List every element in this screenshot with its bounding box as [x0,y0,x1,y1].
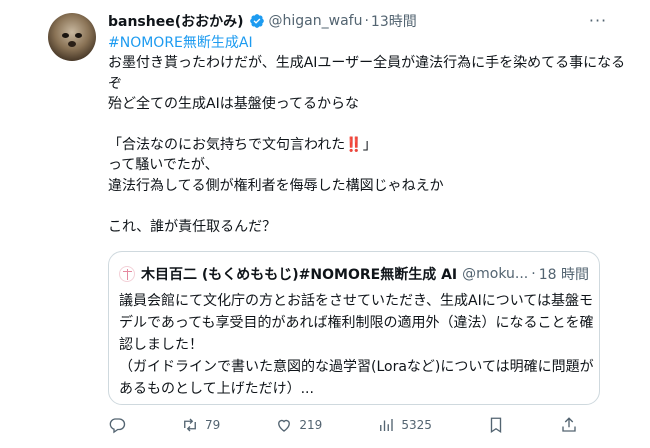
bookmark-icon [487,416,505,434]
bookmark-button[interactable] [487,416,505,434]
reply-icon [108,416,126,434]
hashtag-link[interactable]: #NOMORE無断生成AI [108,35,253,51]
views-button[interactable]: 5325 [377,416,432,434]
retweet-button[interactable]: 79 [181,416,220,434]
quote-separator: · [531,266,536,282]
views-count: 5325 [401,418,432,432]
reply-button[interactable] [108,416,126,434]
action-bar: 79 219 5325 [108,414,578,436]
author-display-name[interactable]: banshee(おおかみ) [108,11,244,31]
header-separator: · [364,13,369,29]
quote-text: 議員会館にて文化庁の方とお話をさせていただき、生成AIについては基盤モデルであっ… [119,293,594,397]
quote-handle: @moku... [462,266,529,282]
tweet-header: banshee(おおかみ) @higan_wafu · 13時間 [108,11,417,31]
avatar-nose [68,41,76,47]
views-icon [377,416,395,434]
author-handle[interactable]: @higan_wafu [269,13,363,29]
tweet-body: #NOMORE無断生成AI お墨付き貰ったわけだが、生成AIユーザー全員が違法行… [108,33,628,237]
quote-header: 木目百二 (もくめももじ)#NOMORE無断生成 AI @moku... · 1… [119,264,589,284]
like-count: 219 [299,418,323,432]
share-icon [560,416,578,434]
avatar-eye [62,33,69,38]
double-exclamation-emoji: ‼️ [345,137,363,154]
verified-badge-icon [249,13,265,29]
author-avatar[interactable] [48,13,96,61]
quote-display-name: 木目百二 (もくめももじ)#NOMORE無断生成 AI [141,267,458,283]
tweet-timestamp[interactable]: 13時間 [371,11,417,31]
more-icon[interactable]: ··· [586,10,610,30]
share-button[interactable] [560,416,578,434]
quote-timestamp: 18 時間 [538,267,589,283]
quote-avatar [119,266,135,282]
quoted-tweet-card[interactable]: 木目百二 (もくめももじ)#NOMORE無断生成 AI @moku... · 1… [108,251,600,405]
like-button[interactable]: 219 [275,416,322,434]
like-icon [275,416,293,434]
retweet-count: 79 [205,418,221,432]
retweet-icon [181,416,199,434]
avatar-eye [75,33,82,38]
